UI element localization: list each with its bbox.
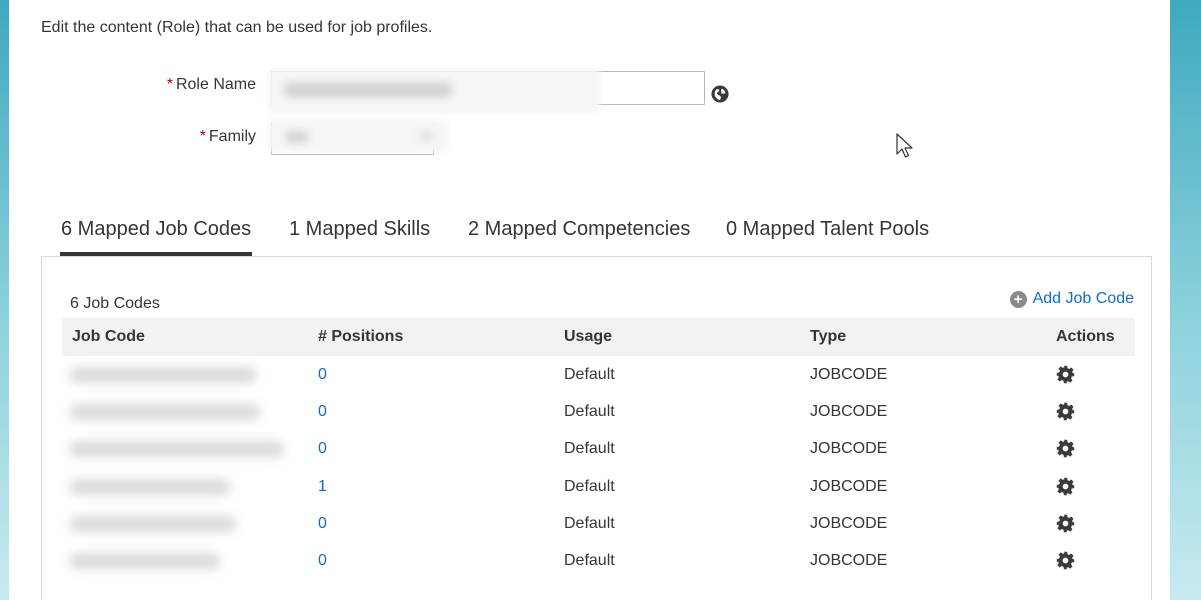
job-code-redacted — [70, 404, 260, 420]
job-code-redacted — [70, 516, 236, 532]
gear-icon[interactable] — [1056, 551, 1075, 570]
tab-mapped-job-codes[interactable]: 6 Mapped Job Codes — [59, 212, 253, 256]
table-row: 0 Default JOBCODE — [62, 542, 1135, 579]
required-marker: * — [166, 76, 173, 93]
add-circle-icon: + — [1009, 290, 1027, 308]
required-marker: * — [199, 128, 206, 145]
gear-icon[interactable] — [1056, 439, 1075, 458]
tab-mapped-skills[interactable]: 1 Mapped Skills — [289, 212, 430, 256]
gear-icon[interactable] — [1056, 477, 1075, 496]
positions-link[interactable]: 0 — [318, 393, 327, 430]
gear-icon[interactable] — [1056, 365, 1075, 384]
job-code-redacted — [70, 479, 230, 495]
type-value: JOBCODE — [810, 478, 888, 495]
table-row: 0 Default JOBCODE — [62, 393, 1135, 430]
table-row: 1 Default JOBCODE — [62, 468, 1135, 505]
type-value: JOBCODE — [810, 552, 888, 569]
gear-icon[interactable] — [1056, 514, 1075, 533]
family-label: * Family — [199, 128, 256, 145]
column-usage: Usage — [564, 328, 613, 345]
positions-link[interactable]: 0 — [318, 356, 327, 393]
family-text-redacted — [285, 131, 309, 143]
table-row: 0 Default JOBCODE — [62, 505, 1135, 542]
table-row: 0 Default JOBCODE — [62, 430, 1135, 467]
usage-value: Default — [564, 440, 615, 457]
column-job-code: Job Code — [72, 328, 145, 345]
usage-value: Default — [564, 478, 615, 495]
job-codes-card: 6 Job Codes + Add Job Code Job Code # Po… — [41, 256, 1152, 600]
job-code-redacted — [70, 441, 284, 457]
type-value: JOBCODE — [810, 366, 888, 383]
family-chevron-redacted — [419, 131, 435, 141]
usage-value: Default — [564, 403, 615, 420]
usage-value: Default — [564, 552, 615, 569]
add-job-code-label: Add Job Code — [1032, 290, 1134, 307]
role-name-label: * Role Name — [166, 76, 256, 93]
type-value: JOBCODE — [810, 440, 888, 457]
intro-text: Edit the content (Role) that can be used… — [41, 19, 433, 36]
positions-link[interactable]: 0 — [318, 430, 327, 467]
usage-value: Default — [564, 366, 615, 383]
job-codes-count: 6 Job Codes — [70, 295, 160, 312]
positions-link[interactable]: 1 — [318, 468, 327, 505]
edit-role-panel: Edit the content (Role) that can be used… — [9, 0, 1170, 600]
type-value: JOBCODE — [810, 403, 888, 420]
mouse-cursor-icon — [896, 133, 913, 158]
gear-icon[interactable] — [1056, 402, 1075, 421]
column-positions: # Positions — [318, 328, 404, 345]
column-actions: Actions — [1056, 328, 1115, 345]
positions-link[interactable]: 0 — [318, 542, 327, 579]
tab-mapped-talent-pools[interactable]: 0 Mapped Talent Pools — [726, 212, 929, 256]
role-name-text-redacted — [284, 82, 452, 98]
job-code-redacted — [70, 367, 256, 383]
job-code-redacted — [70, 553, 220, 569]
tab-mapped-competencies[interactable]: 2 Mapped Competencies — [468, 212, 690, 256]
positions-link[interactable]: 0 — [318, 505, 327, 542]
add-job-code-button[interactable]: + Add Job Code — [1009, 290, 1134, 308]
table-header: Job Code # Positions Usage Type Actions — [62, 318, 1135, 356]
column-type: Type — [810, 328, 847, 345]
globe-icon[interactable] — [711, 85, 729, 103]
type-value: JOBCODE — [810, 515, 888, 532]
table-row: 0 Default JOBCODE — [62, 356, 1135, 393]
usage-value: Default — [564, 515, 615, 532]
